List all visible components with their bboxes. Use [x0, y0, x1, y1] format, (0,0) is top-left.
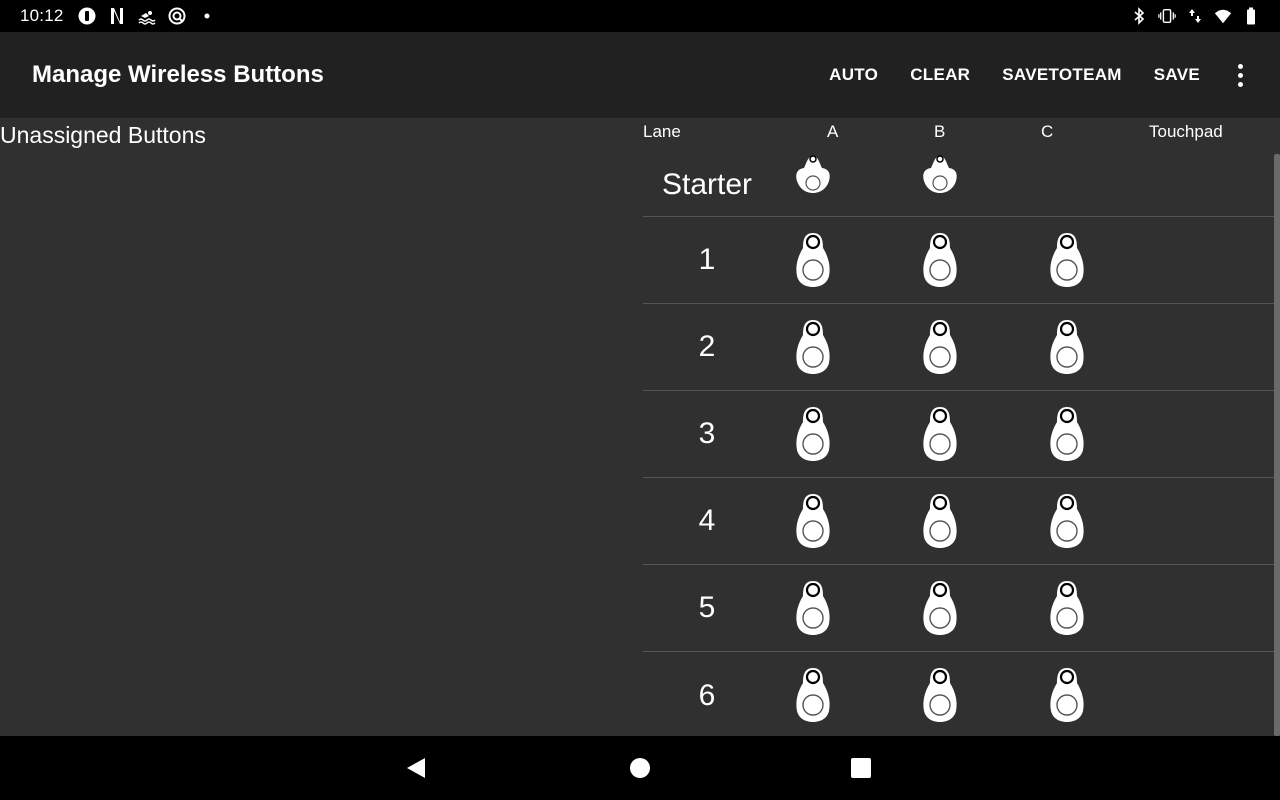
wireless-button-slot-c[interactable] — [1049, 580, 1085, 636]
wireless-button-slot-a[interactable] — [795, 406, 831, 462]
wireless-button-slot-c[interactable] — [1049, 493, 1085, 549]
status-left-icons — [78, 7, 216, 25]
wireless-button-slot-b[interactable] — [922, 493, 958, 549]
netflix-icon — [108, 7, 126, 25]
home-icon[interactable] — [628, 756, 652, 780]
lane-row-3: 3 — [643, 391, 1275, 478]
unassigned-heading: Unassigned Buttons — [0, 122, 206, 148]
status-bar: 10:12 — [0, 0, 1280, 32]
lane-row-1: 1 — [643, 217, 1275, 304]
wireless-button-slot-c[interactable] — [1049, 232, 1085, 288]
wireless-button-slot-b[interactable] — [922, 232, 958, 288]
toolbar-actions: AUTO CLEAR SAVETOTEAM SAVE — [813, 55, 1260, 95]
unassigned-buttons-panel: Unassigned Buttons — [0, 118, 640, 736]
dot-icon — [198, 7, 216, 25]
wireless-button-slot-b[interactable] — [922, 580, 958, 636]
recents-icon[interactable] — [849, 756, 873, 780]
lane-row-6: 6 — [643, 652, 1275, 739]
page-title: Manage Wireless Buttons — [32, 61, 324, 88]
status-time: 10:12 — [20, 6, 64, 25]
battery-icon — [1242, 7, 1260, 25]
back-icon[interactable] — [404, 756, 428, 780]
wireless-button-slot-c[interactable] — [1049, 319, 1085, 375]
adblock-icon — [78, 7, 96, 25]
main-content: Unassigned Buttons Lane A B C Touchpad S… — [0, 118, 1280, 736]
lane-label: 6 — [698, 678, 716, 712]
wireless-button-slot-b[interactable] — [922, 406, 958, 462]
save-to-team-button[interactable]: SAVETOTEAM — [986, 57, 1138, 93]
wifi-icon — [1214, 7, 1232, 25]
lane-label: 3 — [698, 417, 716, 450]
wireless-button-slot-b[interactable] — [922, 667, 958, 723]
header-lane: Lane — [643, 122, 681, 141]
bluetooth-icon — [1130, 7, 1148, 25]
grid-header: Lane A B C Touchpad — [643, 118, 1280, 154]
wireless-button-slot-a[interactable] — [795, 667, 831, 723]
system-nav-bar — [0, 736, 1280, 800]
vpn-icon — [168, 7, 186, 25]
auto-button[interactable]: AUTO — [813, 57, 894, 93]
wireless-button-slot-c[interactable] — [1049, 667, 1085, 723]
status-right-icons — [1130, 7, 1260, 25]
header-c: C — [1041, 122, 1054, 141]
lane-label: 4 — [698, 504, 716, 537]
wireless-button-slot-a[interactable] — [795, 154, 831, 194]
wireless-button-slot-c[interactable] — [1049, 406, 1085, 462]
overflow-menu-icon[interactable] — [1220, 55, 1260, 95]
lane-label: 2 — [698, 330, 716, 363]
app-bar: Manage Wireless Buttons AUTO CLEAR SAVET… — [0, 32, 1280, 118]
swim-icon — [138, 7, 156, 25]
data-arrows-icon — [1186, 7, 1204, 25]
header-a: A — [827, 122, 839, 141]
lane-label: Starter — [661, 168, 753, 201]
lane-row-5: 5 — [643, 565, 1275, 652]
clear-button[interactable]: CLEAR — [894, 57, 986, 93]
wireless-button-slot-b[interactable] — [922, 154, 958, 194]
lane-label: 1 — [698, 243, 716, 276]
save-button[interactable]: SAVE — [1138, 57, 1216, 93]
lane-label: 5 — [698, 591, 716, 624]
wireless-button-slot-a[interactable] — [795, 232, 831, 288]
wireless-button-slot-a[interactable] — [795, 319, 831, 375]
wireless-button-slot-a[interactable] — [795, 493, 831, 549]
lane-row-starter: Starter — [643, 154, 1275, 217]
lane-row-4: 4 — [643, 478, 1275, 565]
lane-rows: Starter 1 2 3 4 5 6 — [643, 154, 1275, 739]
vibrate-icon — [1158, 7, 1176, 25]
header-touchpad: Touchpad — [1149, 122, 1223, 141]
grid-scrollbar[interactable] — [1274, 154, 1280, 736]
lane-row-2: 2 — [643, 304, 1275, 391]
wireless-button-slot-a[interactable] — [795, 580, 831, 636]
header-b: B — [934, 122, 946, 141]
lane-grid: Lane A B C Touchpad Starter 1 2 3 4 5 6 — [643, 118, 1280, 736]
wireless-button-slot-b[interactable] — [922, 319, 958, 375]
